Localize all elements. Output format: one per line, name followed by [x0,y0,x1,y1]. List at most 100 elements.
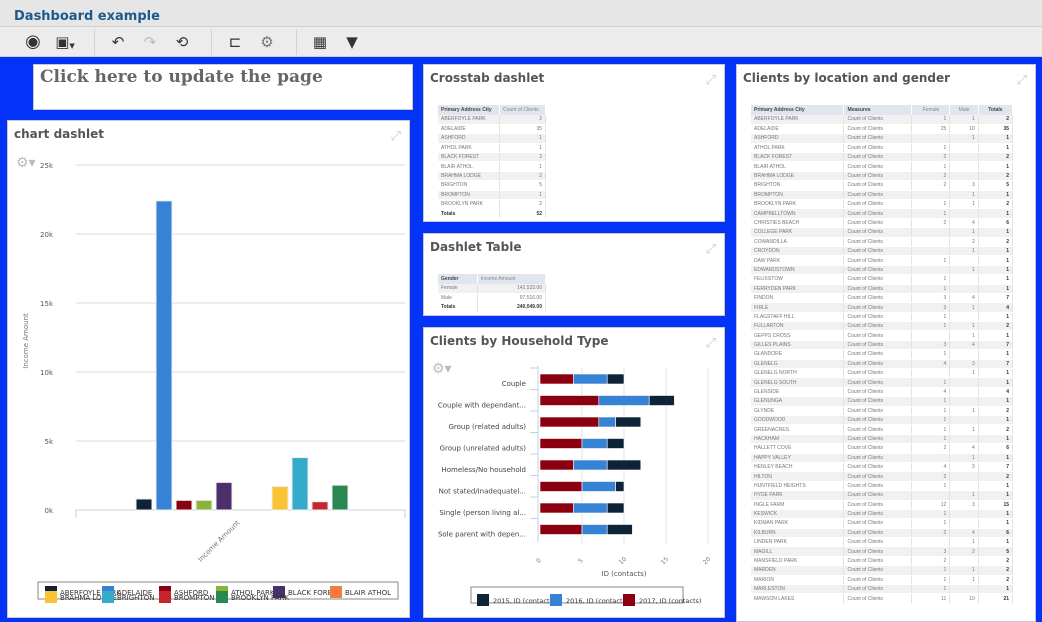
grid-button[interactable]: ▦ [307,30,333,54]
table-cell: Count of Clients [843,368,913,379]
table-cell [949,518,979,529]
table-cell: 1 [949,302,979,313]
table-cell: HALLETT COVE [751,443,845,454]
redo-icon: ↷ [143,32,157,51]
redo-button[interactable]: ↷ [137,30,163,54]
location-title: Clients by location and gender [743,71,951,85]
filter-icon: ▼ [346,32,358,51]
app-title: Dashboard example [14,9,160,24]
table-row: FINDON Count of Clients 3 4 7 [751,293,1014,304]
y-tick-label: Single (person living al... [439,509,526,517]
table-cell: 4 [949,443,979,454]
table-cell: 4 [911,462,951,473]
undo-button[interactable]: ↶ [105,30,131,54]
table-row: BRIGHTON 5 [438,180,546,191]
table-cell: 1 [911,424,951,435]
table-cell: 1 [499,161,546,172]
table-row: GILLES PLAINS Count of Clients 3 4 7 [751,340,1014,351]
totals-row: Totals 240,049.00 [438,302,547,313]
save-button[interactable]: ▣ ▼ [52,30,78,54]
bar [155,200,173,511]
table-cell: 1 [949,199,979,210]
y-tick-label: 15k [40,300,54,308]
settings-button[interactable]: ⚙ [254,30,280,54]
table-cell: Count of Clients [843,377,913,388]
expand-icon[interactable]: ⤢ [706,73,716,88]
view-icon: ◉ [25,31,41,52]
table-cell: 5 [499,180,546,191]
save-icon: ▣ [55,32,70,51]
table-cell [949,377,979,388]
table-cell: 2 [978,321,1014,332]
table-cell: 2 [911,152,951,163]
table-cell: 142,533.00 [477,284,547,294]
legend-swatch [159,591,171,603]
table-cell: Count of Clients [843,265,913,276]
bar-segment [539,416,600,428]
bar-segment [539,481,583,492]
table-cell: 5 [978,180,1014,191]
expand-icon[interactable]: ⤢ [1017,73,1027,88]
table-cell: 1 [911,115,951,125]
table-cell: MARION [751,575,845,586]
expand-icon[interactable]: ⤢ [706,242,716,257]
table-cell: 1 [499,143,546,154]
bar-segment [573,373,608,385]
bar [195,499,213,511]
table-cell: LINDEN PARK [751,537,845,548]
table-cell: Count of Clients [843,406,913,417]
table-cell: Count of Clients [843,330,913,341]
y-tick-label: Sole parent with depen... [438,531,526,539]
table-cell: 1 [911,509,951,520]
table-cell: Count of Clients [843,190,913,201]
table-cell: 1 [949,227,979,238]
table-row: ASHFORD Count of Clients 1 1 [751,133,1014,144]
table-row: MARLESTON Count of Clients 1 1 [751,584,1014,595]
reset-button[interactable]: ⟲ [169,30,195,54]
table-row: HILTON Count of Clients 2 2 [751,471,1014,482]
table-cell: 1 [949,133,979,144]
table-header-row: Gender Income Amount [438,274,547,284]
table-cell: HYDE PARK [751,490,845,501]
table-row: ABERFOYLE PARK Count of Clients 1 1 2 [751,115,1014,125]
table-cell: Count of Clients [843,593,913,604]
table-cell: 12 [911,500,951,510]
column-header: Count of Clients [499,105,546,115]
table-row: MANSFIELD PARK Count of Clients 2 2 [751,556,1014,567]
table-cell: ATHOL PARK [438,143,501,154]
table-cell: 2 [911,218,951,229]
table-cell: Count of Clients [843,518,913,529]
table-row: MAWSON LAKES Count of Clients 11 10 21 [751,593,1014,604]
table-cell: 2 [499,171,546,182]
y-tick-label: 20k [40,231,54,239]
column-header: Female [911,105,951,115]
table-cell: 3 [949,500,979,510]
table-cell: 1 [978,518,1014,529]
table-cell: 4 [949,293,979,304]
update-page-link[interactable]: Click here to update the page [33,64,413,110]
view-button[interactable]: ◉ [20,30,46,54]
table-row: FLAGSTAFF HILL Count of Clients 1 1 [751,312,1014,323]
table-cell: Count of Clients [843,575,913,586]
table-cell: 4 [978,302,1014,313]
table-cell: Count of Clients [843,293,913,304]
table-cell: 4 [978,387,1014,398]
table-row: GEPPS CROSS Count of Clients 1 1 [751,330,1014,341]
legend-label: BRIGHTON [117,594,154,602]
table-cell: 7 [978,462,1014,473]
toolbar: ◉ ▣ ▼ ↶ ↷ ⟲ ⊏ ⚙ ▦ ▼ [0,27,1042,57]
table-cell [949,284,979,294]
table-cell: GREENACRES [751,424,845,435]
table-cell: Count of Clients [843,237,913,247]
table-cell: Count of Clients [843,537,913,548]
hierarchy-button[interactable]: ⊏ [222,30,248,54]
filter-button[interactable]: ▼ [339,30,365,54]
table-cell: GLYNDE [751,406,845,417]
table-cell: Count of Clients [843,208,913,219]
table-cell: 1 [949,490,979,501]
table-row: HYDE PARK Count of Clients 1 1 [751,490,1014,501]
bar-segment [606,524,633,535]
table-row: MARION Count of Clients 1 1 2 [751,575,1014,586]
table-cell: 3 [911,302,951,313]
table-cell: 2 [978,424,1014,435]
